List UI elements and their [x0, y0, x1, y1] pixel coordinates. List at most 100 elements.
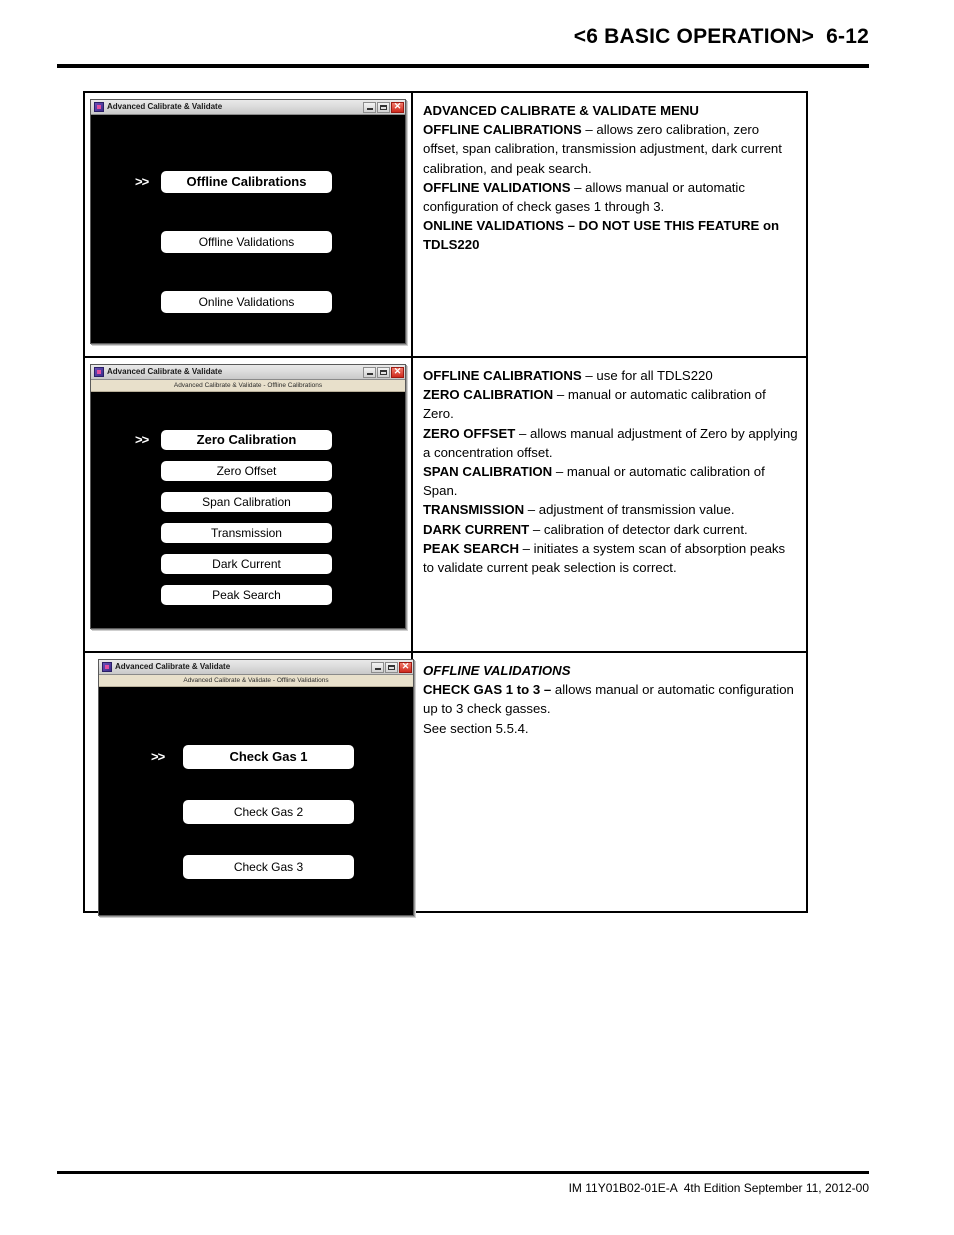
entry-term: SPAN CALIBRATION [423, 464, 553, 480]
description-entry: PEAK SEARCH – initiates a system scan of… [423, 539, 798, 577]
heading-text: ADVANCED CALIBRATE & VALIDATE MENU [423, 103, 699, 118]
dark-current-button[interactable]: Dark Current [161, 554, 332, 574]
window-title: Advanced Calibrate & Validate [115, 662, 231, 671]
offline-validations-button[interactable]: Offline Validations [161, 231, 332, 253]
description-entry: TRANSMISSION – adjustment of transmissio… [423, 500, 798, 519]
description-cell: OFFLINE CALIBRATIONS – use for all TDLS2… [413, 358, 806, 651]
app-window: Advanced Calibrate & Validate ✕ Advanced… [90, 364, 406, 629]
entry-dash: – [519, 540, 534, 556]
entry-dash: – [581, 368, 597, 383]
window-breadcrumb: Advanced Calibrate & Validate - Offline … [99, 675, 413, 687]
check-gas-1-button[interactable]: Check Gas 1 [183, 745, 354, 769]
page-header: <6 BASIC OPERATION> 6-12 [57, 24, 869, 50]
menu-row: Zero Calibration [91, 430, 405, 450]
span-calibration-button[interactable]: Span Calibration [161, 492, 332, 512]
minimize-button[interactable] [363, 366, 376, 378]
screenshot-offset-wrapper: Advanced Calibrate & Validate ✕ Advanced… [90, 659, 414, 916]
menu-row: Online Validations [91, 291, 405, 313]
page-title: <6 BASIC OPERATION> 6-12 [573, 25, 869, 48]
app-icon [94, 367, 104, 377]
entry-term: PEAK SEARCH [423, 540, 519, 556]
app-icon [102, 662, 112, 672]
menu-row: Span Calibration [91, 492, 405, 512]
description-cell: OFFLINE VALIDATIONS CHECK GAS 1 to 3 – a… [413, 653, 806, 911]
screenshot-cell: Advanced Calibrate & Validate ✕ Advanced… [85, 358, 413, 651]
description-cell: ADVANCED CALIBRATE & VALIDATE MENU OFFLI… [413, 93, 806, 356]
entry-dash: – [529, 521, 544, 537]
window-titlebar: Advanced Calibrate & Validate ✕ [99, 660, 413, 675]
entry-term: ZERO OFFSET [423, 425, 516, 441]
window-controls: ✕ [363, 100, 404, 113]
check-gas-3-button[interactable]: Check Gas 3 [183, 855, 354, 879]
close-icon[interactable]: ✕ [391, 365, 404, 378]
menu-row: Peak Search [91, 585, 405, 605]
entry-dash: – [524, 502, 539, 518]
description-heading: ADVANCED CALIBRATE & VALIDATE MENU [423, 101, 798, 120]
description-text: ADVANCED CALIBRATE & VALIDATE MENU OFFLI… [423, 101, 798, 255]
close-icon[interactable]: ✕ [399, 660, 412, 673]
content-table: Advanced Calibrate & Validate ✕ >> Offli… [83, 91, 808, 916]
close-glyph: ✕ [401, 660, 410, 671]
peak-search-button[interactable]: Peak Search [161, 585, 332, 605]
zero-offset-button[interactable]: Zero Offset [161, 461, 332, 481]
minimize-button[interactable] [371, 661, 384, 673]
window-title: Advanced Calibrate & Validate [107, 367, 223, 376]
window-body: >> Check Gas 1 Check Gas 2 Check Gas 3 [99, 687, 413, 915]
close-icon[interactable]: ✕ [391, 100, 404, 113]
description-entry: CHECK GAS 1 to 3 – allows manual or auto… [423, 680, 798, 718]
minimize-button[interactable] [363, 101, 376, 113]
footer-divider [57, 1171, 869, 1174]
description-entry: DARK CURRENT – calibration of detector d… [423, 520, 798, 539]
check-gas-2-button[interactable]: Check Gas 2 [183, 800, 354, 824]
entry-dash: – [515, 425, 530, 441]
window-body: >> Offline Calibrations Offline Validati… [91, 115, 405, 343]
entry-body: use for all TDLS220 [596, 368, 713, 383]
menu-row: Transmission [91, 523, 405, 543]
table-row: Advanced Calibrate & Validate ✕ >> Offli… [85, 93, 806, 358]
heading-text: OFFLINE VALIDATIONS [423, 663, 571, 678]
entry-term: ONLINE VALIDATIONS – DO NOT USE THIS FEA… [423, 218, 780, 253]
description-text: OFFLINE VALIDATIONS CHECK GAS 1 to 3 – a… [423, 661, 798, 738]
entry-term: CHECK GAS 1 to 3 – [423, 682, 552, 698]
close-glyph: ✕ [393, 100, 402, 111]
menu-row: Check Gas 2 [99, 800, 413, 824]
description-entry: OFFLINE CALIBRATIONS – allows zero calib… [423, 120, 798, 178]
menu-row: Check Gas 1 [99, 745, 413, 769]
table-row: Advanced Calibrate & Validate ✕ Advanced… [85, 358, 806, 653]
close-glyph: ✕ [393, 365, 402, 376]
entry-term: ZERO CALIBRATION [423, 387, 554, 403]
maximize-button[interactable] [385, 661, 398, 673]
offline-calibrations-button[interactable]: Offline Calibrations [161, 171, 332, 193]
transmission-button[interactable]: Transmission [161, 523, 332, 543]
screenshot-cell: Advanced Calibrate & Validate ✕ >> Offli… [85, 93, 413, 356]
window-controls: ✕ [371, 660, 412, 673]
description-text: OFFLINE CALIBRATIONS – use for all TDLS2… [423, 366, 798, 577]
entry-term: TRANSMISSION [423, 502, 525, 518]
maximize-button[interactable] [377, 366, 390, 378]
entry-term: OFFLINE VALIDATIONS [423, 179, 571, 195]
description-entry: ONLINE VALIDATIONS – DO NOT USE THIS FEA… [423, 216, 798, 254]
window-titlebar: Advanced Calibrate & Validate ✕ [91, 100, 405, 115]
maximize-button[interactable] [377, 101, 390, 113]
entry-term: DARK CURRENT [423, 521, 530, 537]
menu-row: Offline Calibrations [91, 171, 405, 193]
menu-row: Offline Validations [91, 231, 405, 253]
window-breadcrumb: Advanced Calibrate & Validate - Offline … [91, 380, 405, 392]
footer-reference: IM 11Y01B02-01E-A 4th Edition September … [568, 1181, 869, 1195]
app-window: Advanced Calibrate & Validate ✕ Advanced… [98, 659, 414, 916]
description-entry: OFFLINE CALIBRATIONS – use for all TDLS2… [423, 366, 798, 385]
description-entry: ZERO CALIBRATION – manual or automatic c… [423, 385, 798, 423]
entry-dash: – [581, 122, 597, 138]
window-body: >> Zero Calibration Zero Offset Span Cal… [91, 392, 405, 628]
entry-term: OFFLINE CALIBRATIONS [423, 122, 582, 138]
description-entry: OFFLINE VALIDATIONS – allows manual or a… [423, 178, 798, 216]
menu-row: Check Gas 3 [99, 855, 413, 879]
menu-row: Dark Current [91, 554, 405, 574]
window-title: Advanced Calibrate & Validate [107, 102, 223, 111]
screenshot-cell: Advanced Calibrate & Validate ✕ Advanced… [85, 653, 414, 916]
window-titlebar: Advanced Calibrate & Validate ✕ [91, 365, 405, 380]
online-validations-button[interactable]: Online Validations [161, 291, 332, 313]
entry-term: OFFLINE CALIBRATIONS [423, 368, 582, 383]
zero-calibration-button[interactable]: Zero Calibration [161, 430, 332, 450]
entry-dash: – [552, 464, 567, 480]
